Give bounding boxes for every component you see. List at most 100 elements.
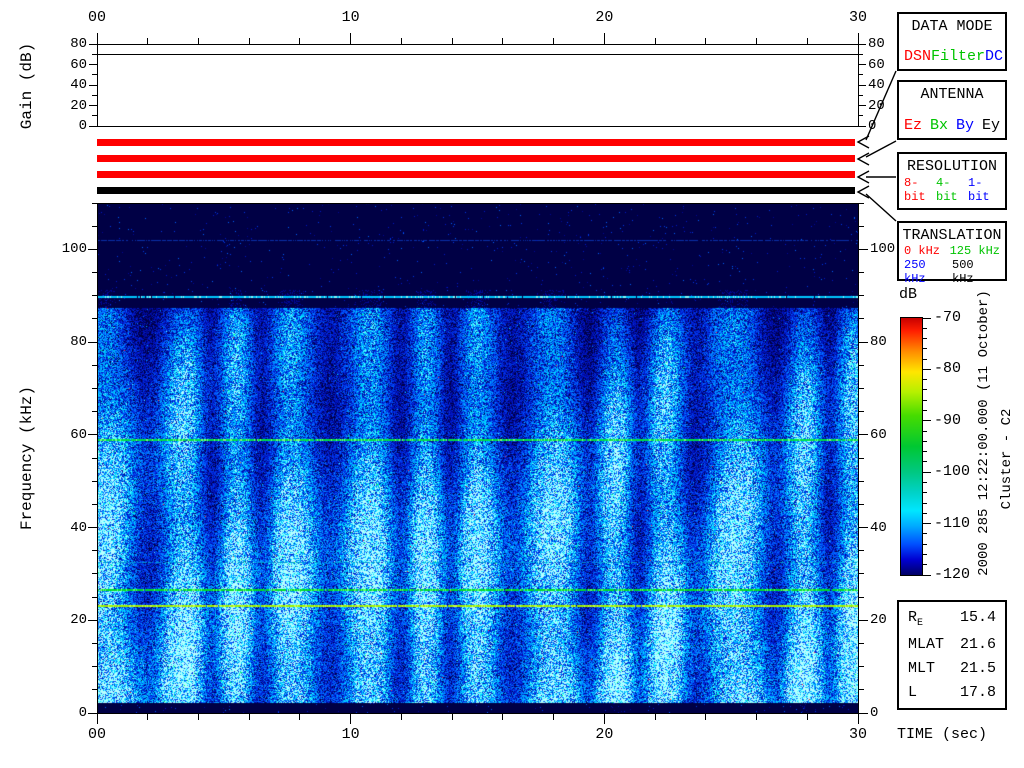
gain-axis-tick — [858, 43, 866, 45]
legend-item: Bx — [929, 117, 948, 134]
time-axis-tick — [705, 38, 707, 44]
time-axis-tick — [502, 714, 504, 720]
colorbar-tick — [923, 348, 927, 350]
legend-item: 500 kHz — [952, 258, 974, 286]
ephemeris-value: 21.5 — [959, 659, 996, 677]
colorbar-tick — [923, 327, 927, 329]
ephemeris-label: L — [908, 683, 918, 701]
freq-axis-tick — [859, 619, 868, 621]
arrow-left-icon — [856, 185, 870, 199]
colorbar-tick — [923, 379, 927, 381]
colorbar-tick — [923, 492, 927, 494]
time-axis-tick — [400, 714, 402, 720]
colorbar-tick — [923, 368, 931, 370]
freq-axis-tick — [859, 341, 868, 343]
freq-axis-tick — [859, 503, 864, 505]
colorbar-tick — [923, 512, 927, 514]
time-axis-tick — [248, 714, 250, 720]
gain-axis-tick — [858, 53, 863, 55]
gain-tick-label: 60 — [868, 56, 885, 73]
time-tick-label: 20 — [595, 9, 614, 26]
ephemeris-box: RE 15.4 MLAT 21.6 MLT 21.5 L 17.8 — [897, 600, 1007, 710]
time-axis-tick — [756, 38, 758, 44]
colorbar-tick — [923, 564, 927, 566]
legend-item: 125 kHz — [949, 244, 1000, 258]
freq-tick-label: 60 — [70, 426, 87, 443]
freq-axis-tick — [92, 364, 97, 366]
time-axis-tick — [705, 714, 707, 720]
legend-title-data-mode: DATA MODE — [911, 18, 993, 35]
freq-axis-tick — [859, 689, 864, 691]
colorbar-tick — [923, 317, 931, 319]
gain-axis-tick — [89, 105, 97, 106]
legend-item-row: DSN Filter DC — [902, 48, 1004, 65]
colorbar-title: dB — [899, 286, 918, 303]
time-axis-tick — [248, 38, 250, 44]
freq-axis-tick — [92, 666, 97, 668]
legend-item: 1-bit — [968, 176, 990, 204]
gain-axis-tick — [858, 115, 863, 117]
freq-axis-tick — [859, 527, 868, 529]
freq-tick-label: 40 — [870, 519, 887, 536]
gain-axis-tick — [92, 53, 97, 55]
freq-axis-tick — [859, 202, 864, 204]
freq-axis-tick — [859, 387, 864, 389]
spacecraft-label: Cluster - C2 — [999, 408, 1015, 510]
time-axis-tick — [147, 714, 149, 720]
colorbar-tick — [923, 461, 927, 463]
legend-item: DSN — [904, 48, 932, 65]
gain-axis-tick — [92, 115, 97, 117]
ephemeris-value: 21.6 — [959, 636, 996, 654]
connector-line-antenna — [865, 140, 897, 158]
colorbar-tick — [923, 481, 927, 483]
legend-item: Filter — [931, 48, 986, 65]
colorbar-tick — [923, 543, 927, 545]
freq-axis-tick — [92, 202, 97, 204]
colorbar-tick-label: -80 — [934, 360, 962, 378]
timestamp-label: 2000 285 12:22:00.000 (11 October) — [976, 290, 992, 576]
colorbar-tick — [923, 574, 931, 576]
gain-axis-tick — [858, 64, 866, 65]
freq-tick-label: 80 — [70, 334, 87, 351]
freq-axis-tick — [92, 411, 97, 413]
ephemeris-row-mlt: MLT 21.5 — [908, 660, 996, 677]
freq-axis-tick — [859, 457, 864, 459]
freq-axis-tick — [859, 480, 864, 482]
time-axis-tick — [806, 38, 808, 44]
freq-tick-label: 20 — [70, 612, 87, 629]
status-bar-resolution — [97, 171, 855, 178]
gain-axis-tick — [89, 84, 97, 86]
legend-item: DC — [985, 48, 1004, 65]
freq-tick-label: 20 — [870, 612, 887, 629]
time-tick-label: 00 — [87, 726, 106, 743]
colorbar-tick-label: -110 — [934, 514, 971, 532]
legend-item-row: 8-bit 4-bit 1-bit — [902, 176, 1002, 204]
gain-tick-label: 80 — [70, 36, 87, 52]
freq-axis-tick — [88, 341, 97, 343]
freq-axis-tick — [859, 550, 864, 552]
freq-axis-tick — [92, 550, 97, 552]
freq-axis-tick — [859, 225, 864, 227]
time-axis-tick — [857, 714, 859, 724]
freq-tick-label: 60 — [870, 426, 887, 443]
time-axis-tick — [197, 38, 199, 44]
colorbar-tick — [923, 358, 927, 360]
freq-axis-tick — [859, 272, 864, 274]
legend-item-row: Ez Bx By Ey — [902, 117, 1002, 134]
arrow-left-icon — [856, 170, 870, 184]
colorbar-tick-label: -70 — [934, 309, 962, 326]
freq-tick-label: 40 — [70, 519, 87, 536]
freq-axis-tick — [88, 248, 97, 250]
ephemeris-row-l: L 17.8 — [908, 684, 996, 701]
ephemeris-row-mlat: MLAT 21.6 — [908, 636, 996, 653]
freq-axis-tick — [92, 225, 97, 227]
freq-axis-tick — [859, 573, 864, 575]
colorbar-tick — [923, 399, 927, 401]
gain-axis-tick — [858, 94, 863, 96]
wbd-summary-plot: Gain (dB) Frequency (kHz) DATA MODE DSN F… — [0, 0, 1024, 768]
freq-axis-tick — [92, 457, 97, 459]
gain-axis-tick — [858, 105, 866, 106]
colorbar-tick-label: -100 — [934, 463, 971, 481]
time-axis-tick — [654, 38, 656, 44]
legend-item-row: 250 kHz 500 kHz — [902, 258, 1002, 286]
